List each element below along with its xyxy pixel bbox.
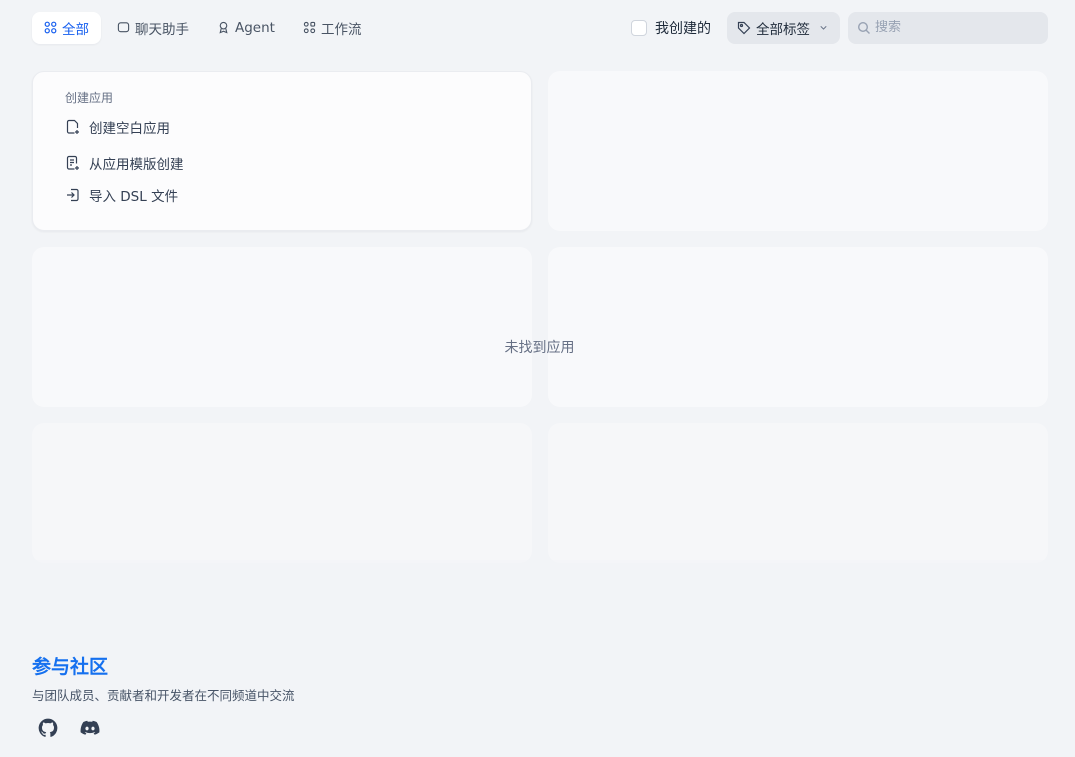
top-bar: 全部 聊天助手 Agent 工作流 我创建的 全部标签 搜索 bbox=[32, 11, 1048, 44]
import-dsl-label: 导入 DSL 文件 bbox=[89, 189, 179, 205]
app-type-tabs: 全部 聊天助手 Agent 工作流 bbox=[32, 11, 374, 44]
tab-chatbot[interactable]: 聊天助手 bbox=[105, 12, 201, 44]
search-icon bbox=[857, 21, 870, 34]
create-from-template-button[interactable]: 从应用模版创建 bbox=[65, 152, 184, 174]
social-links bbox=[38, 718, 100, 738]
tab-all-label: 全部 bbox=[62, 21, 89, 38]
created-by-me-label: 我创建的 bbox=[655, 20, 711, 37]
import-icon bbox=[67, 188, 79, 202]
filter-tools: 我创建的 全部标签 bbox=[623, 11, 1048, 44]
blank-file-add-icon bbox=[66, 119, 79, 134]
workflow-icon bbox=[303, 21, 316, 34]
tab-agent[interactable]: Agent bbox=[205, 12, 287, 44]
discord-icon bbox=[80, 720, 100, 735]
tab-workflow-label: 工作流 bbox=[320, 21, 362, 38]
create-app-title: 创建应用 bbox=[65, 91, 114, 105]
create-from-template-label: 从应用模版创建 bbox=[89, 157, 184, 173]
tag-filter-label: 全部标签 bbox=[756, 21, 810, 38]
community-title: 参与社区 bbox=[32, 656, 109, 678]
placeholder-card bbox=[548, 71, 1048, 231]
placeholder-card bbox=[32, 247, 532, 407]
github-link[interactable] bbox=[38, 718, 58, 738]
agent-icon bbox=[219, 21, 228, 34]
search-input[interactable] bbox=[875, 20, 1035, 35]
create-blank-app-label: 创建空白应用 bbox=[89, 121, 170, 137]
placeholder-card bbox=[32, 423, 532, 563]
list-fade-overlay bbox=[0, 560, 1075, 640]
created-by-me-filter[interactable]: 我创建的 bbox=[623, 12, 719, 44]
grid-icon bbox=[44, 21, 57, 34]
tab-chatbot-label: 聊天助手 bbox=[135, 21, 189, 38]
placeholder-card bbox=[548, 423, 1048, 563]
tab-all[interactable]: 全部 bbox=[32, 11, 101, 44]
empty-state-message: 未找到应用 bbox=[504, 340, 575, 356]
tab-agent-label: Agent bbox=[235, 19, 275, 36]
create-blank-app-button[interactable]: 创建空白应用 bbox=[65, 116, 170, 138]
community-subtitle: 与团队成员、贡献者和开发者在不同频道中交流 bbox=[32, 688, 295, 703]
github-icon bbox=[38, 718, 58, 737]
search-box bbox=[848, 11, 1048, 44]
create-app-card: 创建应用 创建空白应用 从应用模版创建 导入 DSL 文件 bbox=[32, 71, 532, 231]
tag-filter-dropdown[interactable]: 全部标签 bbox=[727, 11, 840, 44]
community-section: 参与社区 与团队成员、贡献者和开发者在不同频道中交流 bbox=[32, 652, 295, 704]
chat-bubble-icon bbox=[117, 22, 130, 33]
placeholder-card bbox=[548, 247, 1048, 407]
discord-link[interactable] bbox=[80, 718, 100, 738]
chevron-down-icon bbox=[820, 25, 827, 30]
created-by-me-checkbox[interactable] bbox=[631, 19, 647, 36]
tab-workflow[interactable]: 工作流 bbox=[291, 12, 374, 44]
template-file-icon bbox=[66, 155, 79, 170]
import-dsl-button[interactable]: 导入 DSL 文件 bbox=[65, 184, 178, 206]
tag-icon bbox=[737, 21, 751, 34]
